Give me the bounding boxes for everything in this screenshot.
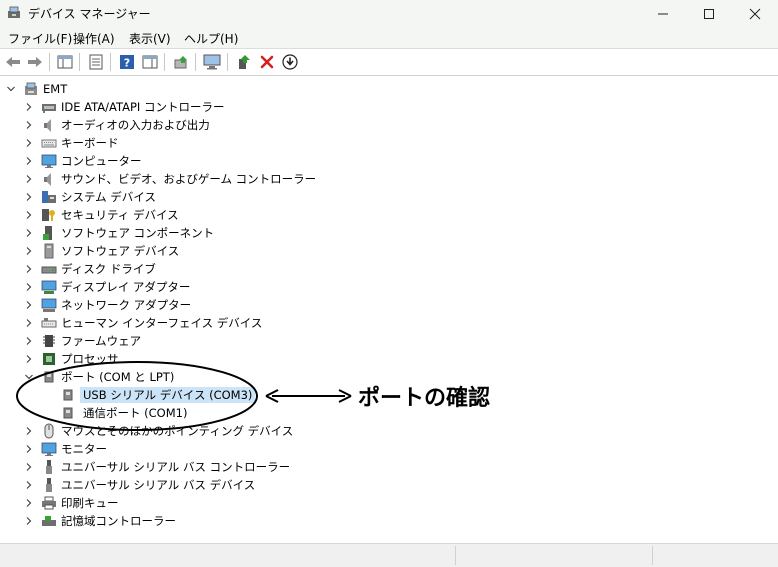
annotation-overlay	[16, 361, 352, 431]
annotation-ellipse	[16, 361, 258, 431]
status-divider	[652, 546, 653, 565]
double-arrow-icon	[265, 389, 352, 403]
status-bar	[0, 543, 778, 567]
annotation-text: ポートの確認	[358, 386, 491, 411]
status-divider	[455, 546, 456, 565]
